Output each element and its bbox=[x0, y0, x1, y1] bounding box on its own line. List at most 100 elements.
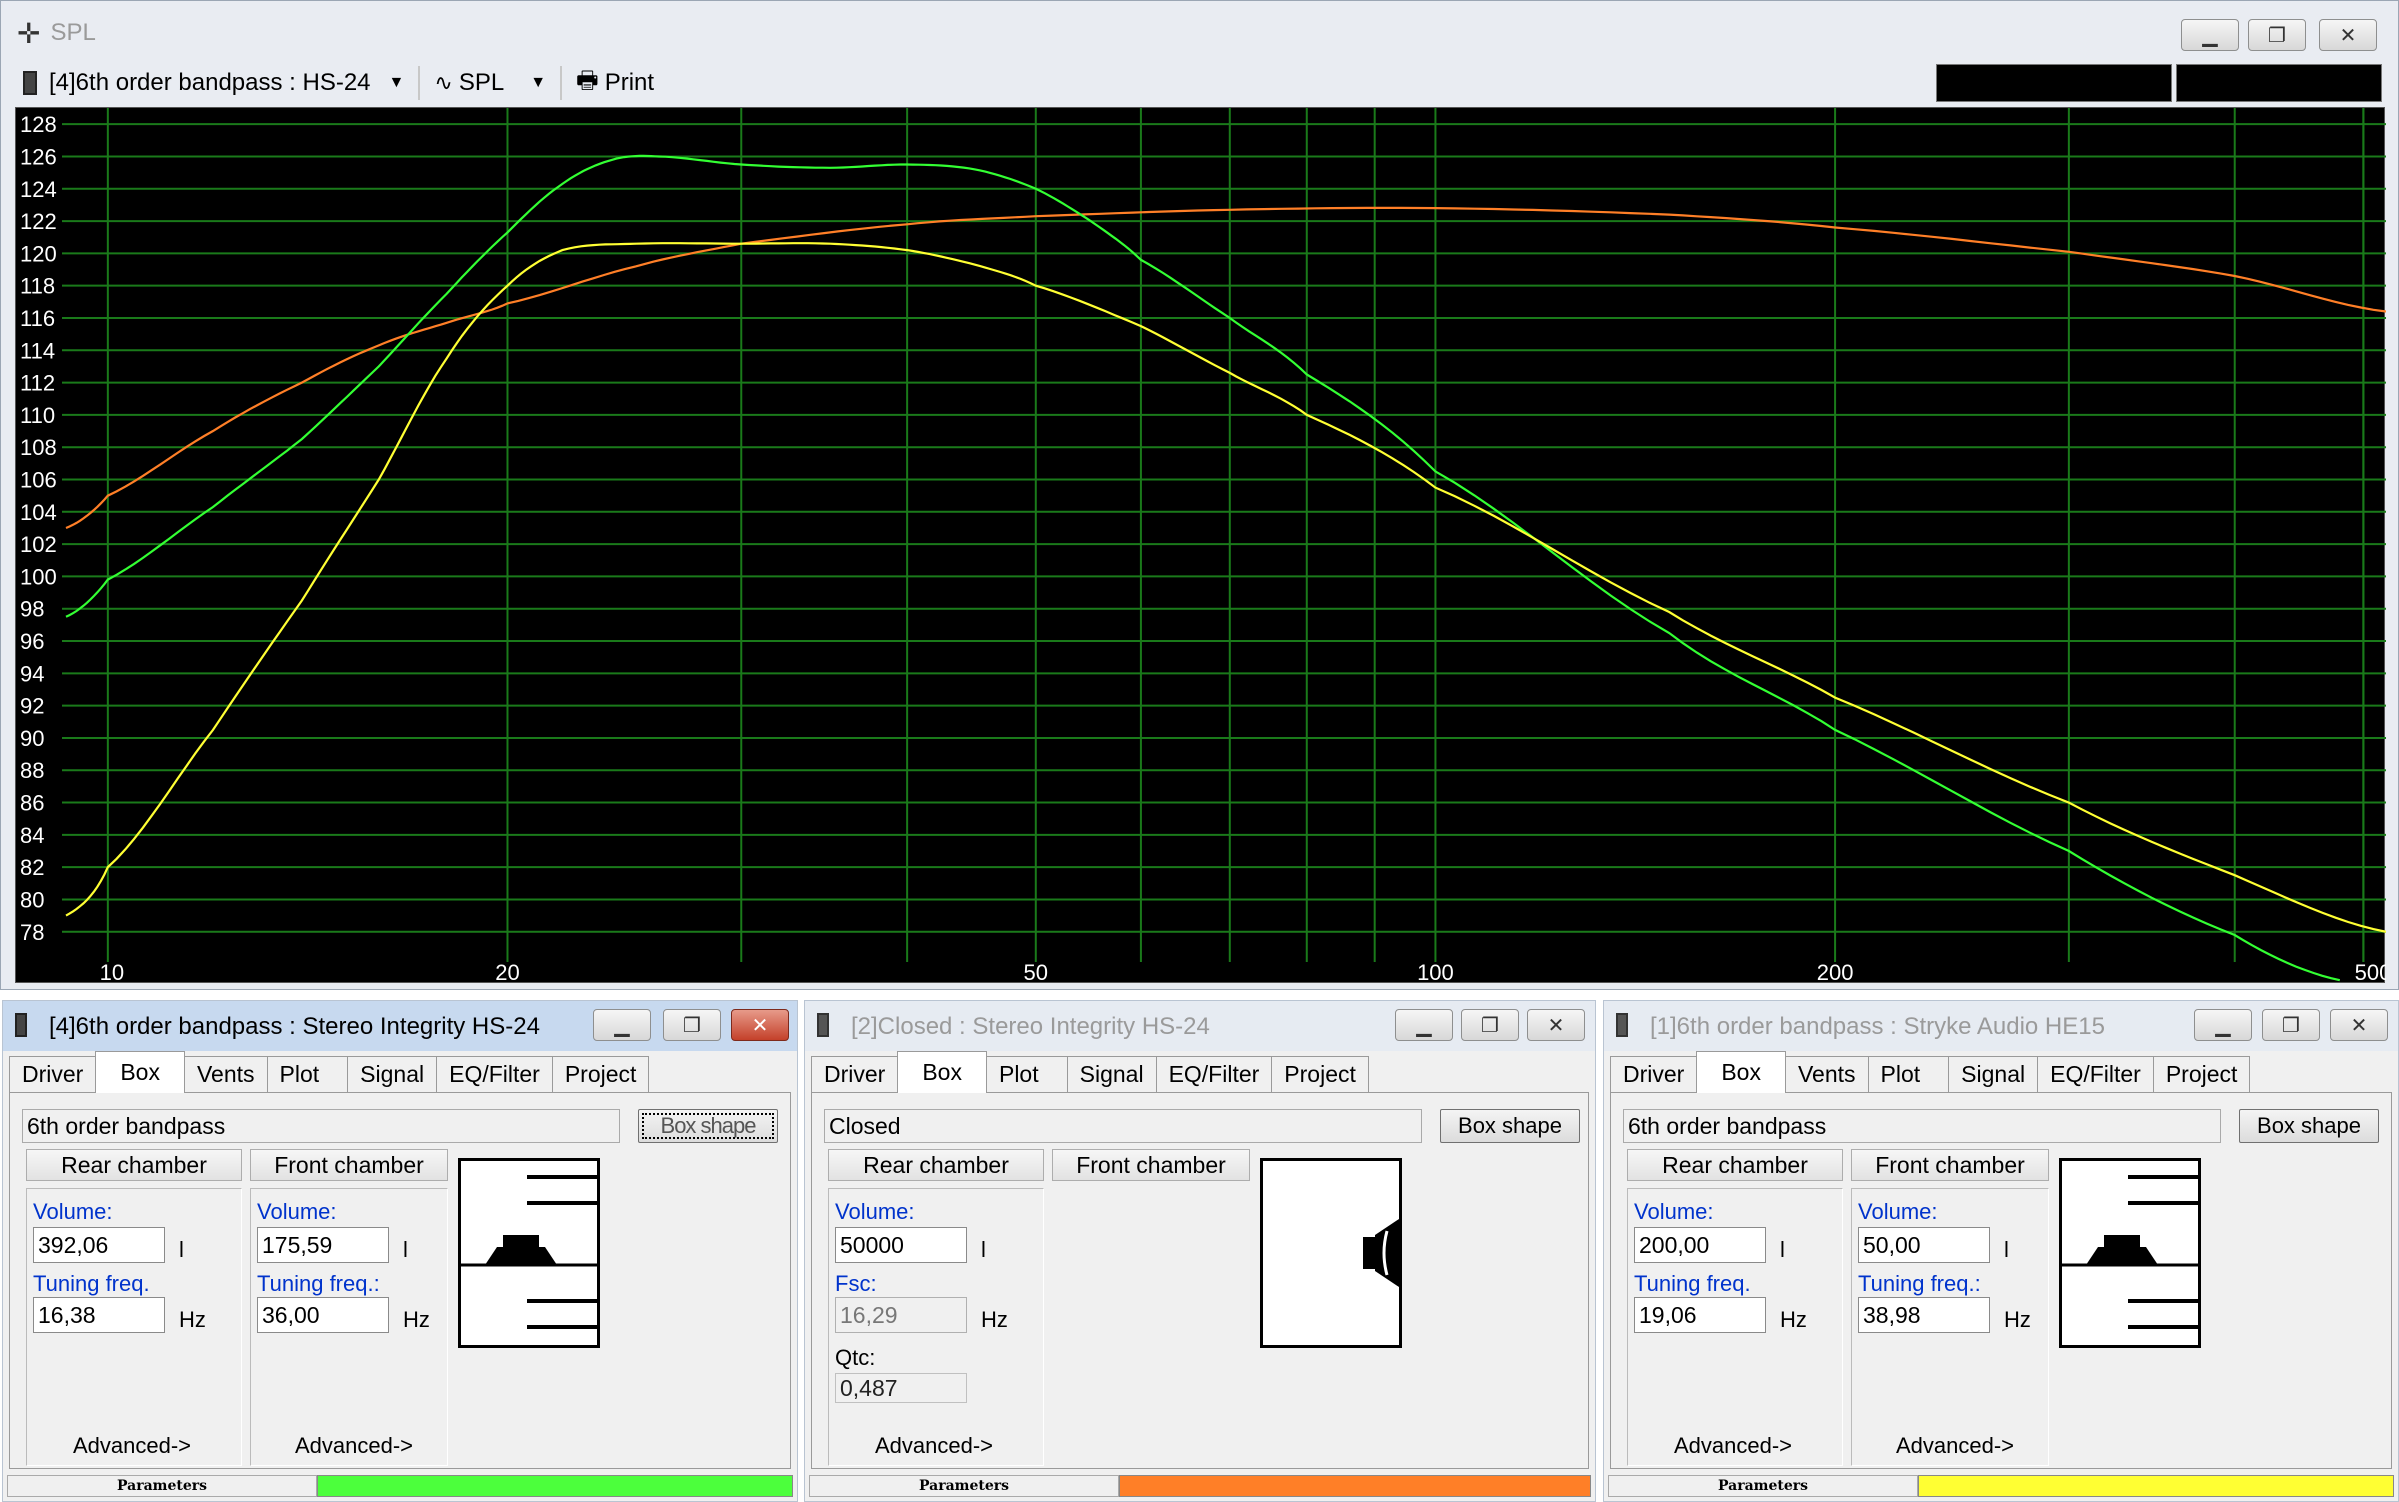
tab-vents[interactable]: Vents bbox=[1784, 1056, 1869, 1092]
rear-chamber-group: Volume: 200,00 l Tuning freq. 19,06 Hz A… bbox=[1627, 1188, 1843, 1466]
tab-eq-filter[interactable]: EQ/Filter bbox=[2037, 1056, 2154, 1092]
tab-plot[interactable]: Plot bbox=[985, 1056, 1068, 1092]
graph-selector[interactable]: ∿ SPL ▼ bbox=[426, 63, 554, 103]
volume-label: Volume: bbox=[257, 1199, 337, 1224]
y-tick-label: 102 bbox=[20, 532, 57, 557]
minimize-icon: ▁ bbox=[2215, 1014, 2231, 1037]
maximize-button[interactable]: ❐ bbox=[2262, 1009, 2320, 1041]
y-tick-label: 86 bbox=[20, 791, 44, 816]
tab-signal[interactable]: Signal bbox=[1066, 1056, 1157, 1092]
minimize-button[interactable]: ▁ bbox=[593, 1009, 651, 1041]
freq-unit: Hz bbox=[179, 1307, 206, 1332]
maximize-button[interactable]: ❐ bbox=[1461, 1009, 1519, 1041]
minimize-button[interactable]: ▁ bbox=[2181, 19, 2239, 51]
rear-chamber-button[interactable]: Rear chamber bbox=[26, 1149, 242, 1181]
front-volume-input[interactable]: 50,00 bbox=[1858, 1227, 1990, 1263]
panel-hs24-bandpass: [4]6th order bandpass : Stereo Integrity… bbox=[2, 1000, 798, 1502]
advanced-link[interactable]: Advanced-> bbox=[1674, 1433, 1792, 1459]
print-button[interactable]: 🖶 Print bbox=[568, 63, 662, 103]
wave-icon: ∿ bbox=[434, 70, 453, 95]
front-chamber-button[interactable]: Front chamber bbox=[250, 1149, 448, 1181]
y-tick-label: 92 bbox=[20, 694, 44, 719]
volume-unit: l bbox=[2004, 1237, 2009, 1262]
rear-chamber-button[interactable]: Rear chamber bbox=[828, 1149, 1044, 1181]
minimize-button[interactable]: ▁ bbox=[1395, 1009, 1453, 1041]
y-tick-label: 82 bbox=[20, 855, 44, 880]
rear-volume-input[interactable]: 392,06 bbox=[33, 1227, 165, 1263]
panel-title: [4]6th order bandpass : Stereo Integrity… bbox=[49, 1013, 540, 1040]
tab-bar: Driver Box Plot Signal EQ/Filter Project bbox=[811, 1051, 1589, 1093]
y-tick-label: 116 bbox=[20, 306, 55, 331]
advanced-link[interactable]: Advanced-> bbox=[295, 1433, 413, 1459]
box-shape-button[interactable]: Box shape bbox=[2239, 1109, 2379, 1143]
rear-tuning-freq-input[interactable]: 16,38 bbox=[33, 1297, 165, 1333]
rear-chamber-button[interactable]: Rear chamber bbox=[1627, 1149, 1843, 1181]
parameters-label[interactable]: Parameters bbox=[809, 1475, 1119, 1497]
project-select-label: [4]6th order bandpass : HS-24 bbox=[49, 69, 371, 96]
tab-plot[interactable]: Plot bbox=[266, 1056, 349, 1092]
project-selector[interactable]: [4]6th order bandpass : HS-24 ▼ bbox=[15, 63, 412, 103]
parameters-label[interactable]: Parameters bbox=[1608, 1475, 1918, 1497]
front-tuning-freq-input[interactable]: 36,00 bbox=[257, 1297, 389, 1333]
advanced-link[interactable]: Advanced-> bbox=[73, 1433, 191, 1459]
minimize-icon: ▁ bbox=[2202, 24, 2218, 47]
speaker-icon bbox=[23, 71, 37, 95]
box-shape-button[interactable]: Box shape bbox=[638, 1109, 778, 1143]
advanced-link[interactable]: Advanced-> bbox=[875, 1433, 993, 1459]
y-tick-label: 96 bbox=[20, 629, 44, 654]
tab-plot[interactable]: Plot bbox=[1867, 1056, 1950, 1092]
y-tick-label: 112 bbox=[20, 371, 55, 396]
tab-driver[interactable]: Driver bbox=[9, 1056, 97, 1092]
tab-project[interactable]: Project bbox=[2152, 1056, 2251, 1092]
maximize-button[interactable]: ❐ bbox=[2248, 19, 2306, 51]
spl-plot-area[interactable]: 78 80 82 84 86 88 90 92 94 96 98 100 102 104 106 108 110… bbox=[15, 107, 2391, 985]
front-chamber-group: Volume: 50,00 l Tuning freq.: 38,98 Hz A… bbox=[1851, 1188, 2049, 1466]
panel-titlebar: [2]Closed : Stereo Integrity HS-24 ▁ ❐ ✕ bbox=[805, 1001, 1595, 1051]
series-color-swatch bbox=[1119, 1475, 1591, 1497]
front-volume-input[interactable]: 175,59 bbox=[257, 1227, 389, 1263]
tab-vents[interactable]: Vents bbox=[183, 1056, 268, 1092]
y-tick-label: 110 bbox=[20, 403, 55, 428]
tab-project[interactable]: Project bbox=[1271, 1056, 1369, 1092]
tab-eq-filter[interactable]: EQ/Filter bbox=[1155, 1056, 1273, 1092]
bandpass-drawing bbox=[461, 1175, 597, 1329]
tab-signal[interactable]: Signal bbox=[347, 1056, 438, 1092]
tab-driver[interactable]: Driver bbox=[1610, 1056, 1698, 1092]
spl-curve-2 bbox=[65, 242, 2387, 933]
x-tick-label: 10 bbox=[100, 960, 124, 984]
status-strip: Parameters bbox=[7, 1475, 793, 1497]
tab-driver[interactable]: Driver bbox=[811, 1056, 899, 1092]
close-button[interactable]: ✕ bbox=[2330, 1009, 2388, 1041]
tab-box[interactable]: Box bbox=[897, 1051, 987, 1093]
closed-volume-input[interactable]: 50000 bbox=[835, 1227, 967, 1263]
freq-unit: Hz bbox=[1780, 1307, 1807, 1332]
tuning-freq-label: Tuning freq.: bbox=[1858, 1271, 1981, 1296]
rear-volume-input[interactable]: 200,00 bbox=[1634, 1227, 1766, 1263]
status-strip: Parameters bbox=[809, 1475, 1591, 1497]
close-button[interactable]: ✕ bbox=[1527, 1009, 1585, 1041]
freq-unit: Hz bbox=[403, 1307, 430, 1332]
maximize-button[interactable]: ❐ bbox=[663, 1009, 721, 1041]
box-shape-button[interactable]: Box shape bbox=[1440, 1109, 1580, 1143]
close-button[interactable]: ✕ bbox=[2319, 19, 2377, 51]
front-tuning-freq-input[interactable]: 38,98 bbox=[1858, 1297, 1990, 1333]
front-chamber-button[interactable]: Front chamber bbox=[1851, 1149, 2049, 1181]
close-button[interactable]: ✕ bbox=[731, 1009, 789, 1041]
tab-box[interactable]: Box bbox=[1696, 1051, 1786, 1093]
tab-signal[interactable]: Signal bbox=[1948, 1056, 2039, 1092]
parameters-label[interactable]: Parameters bbox=[7, 1475, 317, 1497]
y-tick-label: 106 bbox=[20, 468, 57, 493]
minimize-button[interactable]: ▁ bbox=[2194, 1009, 2252, 1041]
tab-project[interactable]: Project bbox=[551, 1056, 650, 1092]
tab-box[interactable]: Box bbox=[95, 1051, 185, 1093]
tab-eq-filter[interactable]: EQ/Filter bbox=[436, 1056, 553, 1092]
front-chamber-button[interactable]: Front chamber bbox=[1052, 1149, 1250, 1181]
qtc-value: 0,487 bbox=[835, 1373, 967, 1403]
spl-curve-1 bbox=[65, 154, 2341, 982]
advanced-link[interactable]: Advanced-> bbox=[1896, 1433, 2014, 1459]
volume-label: Volume: bbox=[835, 1199, 915, 1224]
rear-chamber-group: Volume: 50000 l Fsc: 16,29 Hz Qtc: 0,487… bbox=[828, 1188, 1044, 1466]
x-tick-label: 500 bbox=[2355, 960, 2386, 984]
rear-tuning-freq-input[interactable]: 19,06 bbox=[1634, 1297, 1766, 1333]
y-tick-label: 98 bbox=[20, 597, 44, 622]
